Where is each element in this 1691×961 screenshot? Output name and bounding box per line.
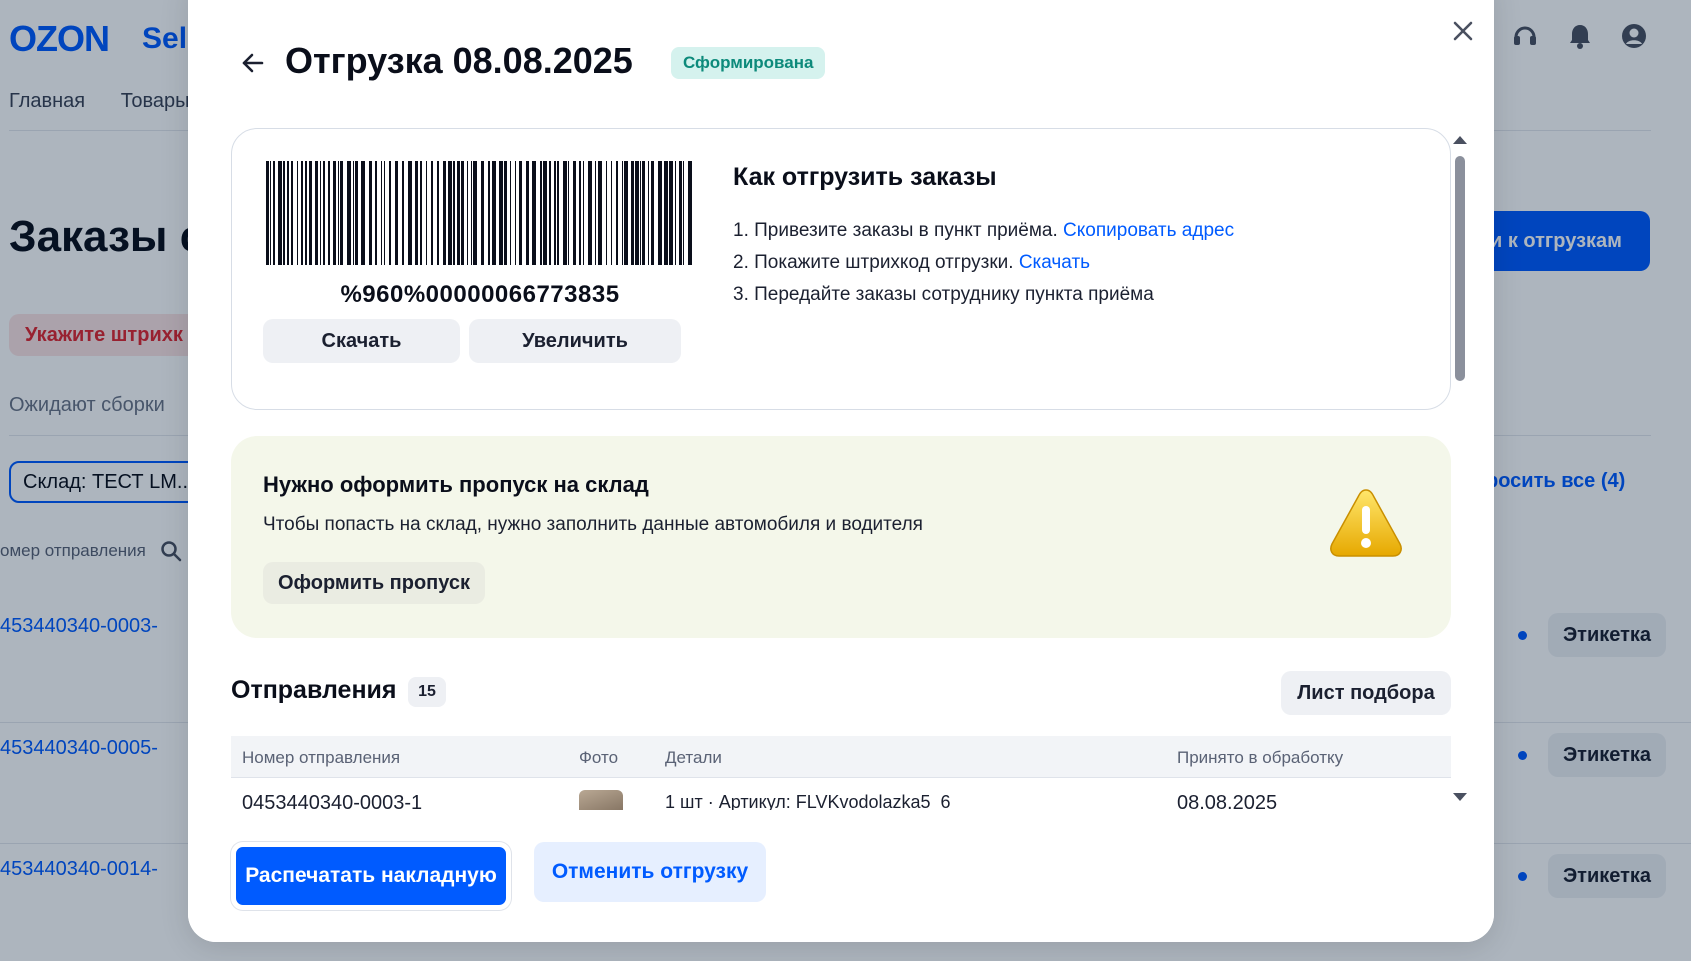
scroll-down-arrow-icon[interactable]: [1453, 793, 1467, 801]
shipments-count-badge: 15: [408, 677, 446, 707]
download-barcode-button[interactable]: Скачать: [263, 319, 460, 363]
shipments-title: Отправления: [231, 676, 397, 704]
close-icon[interactable]: [1452, 20, 1474, 42]
how-to-ship-title: Как отгрузить заказы: [733, 163, 997, 191]
barcode-number: %960%00000066773835: [340, 281, 620, 308]
barcode-card: %960%00000066773835 Скачать Увеличить Ка…: [231, 128, 1451, 410]
column-header-number[interactable]: Номер отправления: [242, 748, 400, 768]
issue-pass-button[interactable]: Оформить пропуск: [263, 562, 485, 604]
warning-icon: [1330, 489, 1402, 557]
cancel-shipment-button[interactable]: Отменить отгрузку: [534, 842, 766, 902]
status-badge: Сформирована: [671, 47, 826, 79]
shipment-details-cell: 1 шт · Артикул: FLVKvodolazka5_6: [665, 792, 951, 810]
print-waybill-button[interactable]: Распечатать накладную: [231, 842, 511, 910]
column-header-details: Детали: [665, 748, 722, 767]
scrollbar-thumb[interactable]: [1455, 156, 1465, 381]
modal-title: Отгрузка 08.08.2025: [285, 40, 633, 81]
shipments-table-header: Номер отправления Фото Детали Принято в …: [231, 736, 1451, 778]
modal-footer: Распечатать накладную Отменить отгрузку: [188, 810, 1494, 942]
shipment-accepted-cell: 08.08.2025: [1177, 792, 1278, 810]
scroll-up-arrow-icon[interactable]: [1453, 136, 1467, 144]
shipment-barcode-image: [266, 161, 692, 265]
pick-list-button[interactable]: Лист подбора: [1281, 671, 1451, 715]
step-text: 3. Передайте заказы сотруднику пункта пр…: [733, 284, 1154, 305]
step-text: 2. Покажите штрихкод отгрузки.: [733, 252, 1014, 273]
how-to-step-3: 3. Передайте заказы сотруднику пункта пр…: [733, 284, 1154, 306]
download-link[interactable]: Скачать: [1019, 252, 1090, 273]
column-header-photo: Фото: [579, 748, 619, 767]
pass-title: Нужно оформить пропуск на склад: [263, 472, 649, 497]
step-text: 1. Привезите заказы в пункт приёма.: [733, 220, 1058, 241]
warehouse-pass-card: Нужно оформить пропуск на склад Чтобы по…: [231, 436, 1451, 638]
modal-content-scroll[interactable]: %960%00000066773835 Скачать Увеличить Ка…: [188, 128, 1494, 810]
pass-description: Чтобы попасть на склад, нужно заполнить …: [263, 514, 923, 535]
how-to-step-1: 1. Привезите заказы в пункт приёма. Скоп…: [733, 220, 1234, 242]
shipment-number-cell[interactable]: 0453440340-0003-1: [242, 792, 422, 810]
column-header-accepted[interactable]: Принято в обработку: [1177, 748, 1343, 768]
modal-scrollbar[interactable]: [1452, 128, 1468, 810]
zoom-barcode-button[interactable]: Увеличить: [469, 319, 681, 363]
how-to-step-2: 2. Покажите штрихкод отгрузки. Скачать: [733, 252, 1090, 274]
back-arrow-icon[interactable]: [240, 50, 266, 76]
product-photo[interactable]: [579, 790, 623, 810]
copy-address-link[interactable]: Скопировать адрес: [1063, 220, 1234, 241]
